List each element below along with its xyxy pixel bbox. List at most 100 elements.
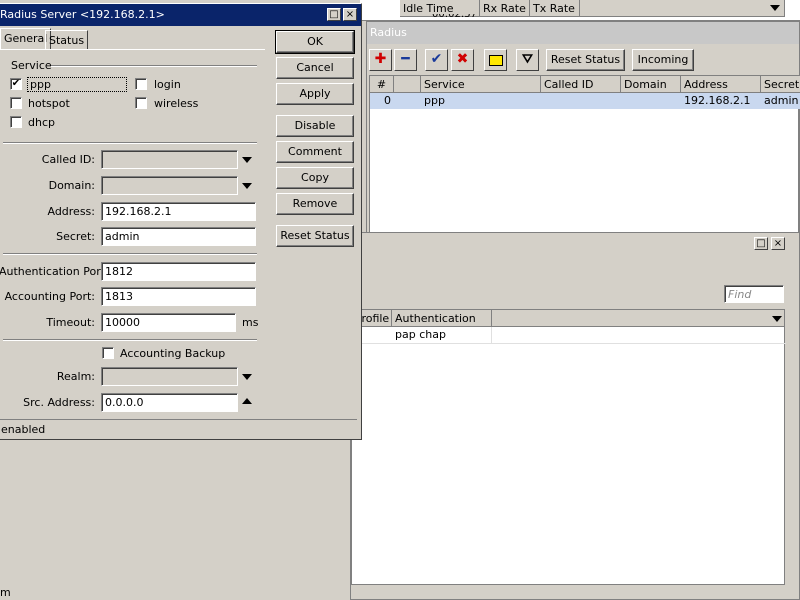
acct-port-label: Accounting Port: xyxy=(4,290,95,303)
comment-icon xyxy=(488,55,503,66)
service-separator xyxy=(51,65,257,67)
column-rx-rate[interactable]: Rx Rate xyxy=(480,0,530,17)
acct-port-input[interactable]: 1813 xyxy=(101,287,256,306)
row-flag xyxy=(394,93,421,109)
column-flag[interactable] xyxy=(394,76,421,93)
column-extra[interactable] xyxy=(580,0,785,17)
apply-button[interactable]: Apply xyxy=(276,83,354,105)
disable-button[interactable]: ✖ xyxy=(451,49,474,71)
wireless-label: wireless xyxy=(154,97,199,110)
dhcp-checkbox[interactable] xyxy=(10,116,22,128)
remove-button[interactable]: Remove xyxy=(276,193,354,215)
column-domain[interactable]: Domain xyxy=(621,76,681,93)
background-list: Idle Time Rx Rate Tx Rate 00:02:57 xyxy=(360,0,800,21)
domain-input[interactable] xyxy=(101,176,238,195)
called-id-input[interactable] xyxy=(101,150,238,169)
accounting-backup-label: Accounting Backup xyxy=(120,347,226,360)
general-tab-page: Service ✔ ppp login hotspot wireless dhc… xyxy=(0,49,265,417)
ppp-label: ppp xyxy=(27,77,127,92)
column-extra-2[interactable] xyxy=(492,310,784,327)
domain-label: Domain: xyxy=(48,179,95,192)
accounting-backup-checkbox[interactable] xyxy=(102,347,114,359)
auth-port-label: Authentication Port: xyxy=(0,265,109,278)
filter-icon: ⛛ xyxy=(522,52,533,67)
comment-button[interactable]: Comment xyxy=(276,141,354,163)
column-called-id[interactable]: Called ID xyxy=(541,76,621,93)
second-window: □ × Find Profile Authentication pap chap xyxy=(350,232,800,600)
ppp-checkbox[interactable]: ✔ xyxy=(10,78,22,90)
row-domain xyxy=(621,93,681,109)
hotspot-label: hotspot xyxy=(28,97,70,110)
column-menu-icon[interactable] xyxy=(770,5,780,11)
column-number[interactable]: # xyxy=(370,76,394,93)
radius-titlebar[interactable]: Radius xyxy=(367,22,799,44)
src-address-input[interactable]: 0.0.0.0 xyxy=(101,393,238,412)
cancel-button[interactable]: Cancel xyxy=(276,57,354,79)
timeout-unit: ms xyxy=(242,316,259,329)
enable-button[interactable]: ✔ xyxy=(425,49,448,71)
timeout-input[interactable]: 10000 xyxy=(101,313,236,332)
wireless-checkbox[interactable] xyxy=(135,97,147,109)
timeout-label: Timeout: xyxy=(46,316,95,329)
realm-label: Realm: xyxy=(56,370,95,383)
filter-button[interactable]: ⛛ xyxy=(516,49,539,71)
second-list: Profile Authentication pap chap xyxy=(351,309,786,585)
realm-dropdown-icon[interactable] xyxy=(242,374,252,380)
dialog-title: Radius Server <192.168.2.1> xyxy=(0,8,165,21)
copy-button[interactable]: Copy xyxy=(276,167,354,189)
column-authentication[interactable]: Authentication xyxy=(392,310,492,327)
address-input[interactable]: 192.168.2.1 xyxy=(101,202,256,221)
dialog-status-bar: enabled xyxy=(0,419,357,438)
called-id-label: Called ID: xyxy=(41,153,95,166)
separator-3 xyxy=(3,339,257,341)
comment-button[interactable] xyxy=(484,49,507,71)
close-icon[interactable]: × xyxy=(343,8,357,21)
find-input[interactable]: Find xyxy=(724,285,784,303)
realm-input[interactable] xyxy=(101,367,238,386)
src-address-label: Src. Address: xyxy=(23,396,95,409)
address-label: Address: xyxy=(47,205,95,218)
table-row[interactable]: pap chap xyxy=(352,327,786,344)
remove-button[interactable]: ━ xyxy=(394,49,417,71)
dialog-titlebar[interactable]: Radius Server <192.168.2.1> □ × xyxy=(0,4,361,26)
secret-label: Secret: xyxy=(56,230,95,243)
separator-1 xyxy=(3,142,257,144)
row-called-id xyxy=(541,93,621,109)
login-label: login xyxy=(154,78,181,91)
table-row[interactable]: 0 ppp 192.168.2.1 admin xyxy=(370,93,800,109)
row-secret: admin xyxy=(764,94,799,107)
maximize-icon[interactable]: □ xyxy=(754,237,768,250)
maximize-icon[interactable]: □ xyxy=(327,8,341,21)
incoming-button[interactable]: Incoming xyxy=(632,49,694,71)
hotspot-checkbox[interactable] xyxy=(10,97,22,109)
login-checkbox[interactable] xyxy=(135,78,147,90)
column-secret[interactable]: Secret xyxy=(761,76,800,93)
row-number: 0 xyxy=(384,94,391,107)
column-tx-rate[interactable]: Tx Rate xyxy=(530,0,580,17)
dhcp-label: dhcp xyxy=(28,116,55,129)
tab-general[interactable]: General xyxy=(0,28,52,50)
row-authentication: pap chap xyxy=(392,327,492,343)
bottom-status: m xyxy=(0,586,11,599)
column-service[interactable]: Service xyxy=(421,76,541,93)
service-group-label: Service xyxy=(11,59,52,72)
close-icon[interactable]: × xyxy=(771,237,785,250)
secret-input[interactable]: admin xyxy=(101,227,256,246)
called-id-dropdown-icon[interactable] xyxy=(242,157,252,163)
src-address-collapse-icon[interactable] xyxy=(242,398,252,404)
tab-status[interactable]: Status xyxy=(45,30,89,50)
auth-port-input[interactable]: 1812 xyxy=(101,262,256,281)
column-address[interactable]: Address xyxy=(681,76,761,93)
row-service: ppp xyxy=(424,94,445,107)
add-button[interactable]: ✚ xyxy=(369,49,392,71)
radius-server-dialog: Radius Server <192.168.2.1> □ × General … xyxy=(0,3,362,440)
disable-button[interactable]: Disable xyxy=(276,115,354,137)
status-text: enabled xyxy=(1,423,46,436)
domain-dropdown-icon[interactable] xyxy=(242,183,252,189)
row-address: 192.168.2.1 xyxy=(684,94,751,107)
reset-status-button[interactable]: Reset Status xyxy=(276,225,354,247)
reset-status-button[interactable]: Reset Status xyxy=(546,49,625,71)
column-menu-icon-2[interactable] xyxy=(772,316,782,322)
ok-button[interactable]: OK xyxy=(275,30,355,54)
second-titlebar[interactable]: □ × xyxy=(351,233,799,255)
